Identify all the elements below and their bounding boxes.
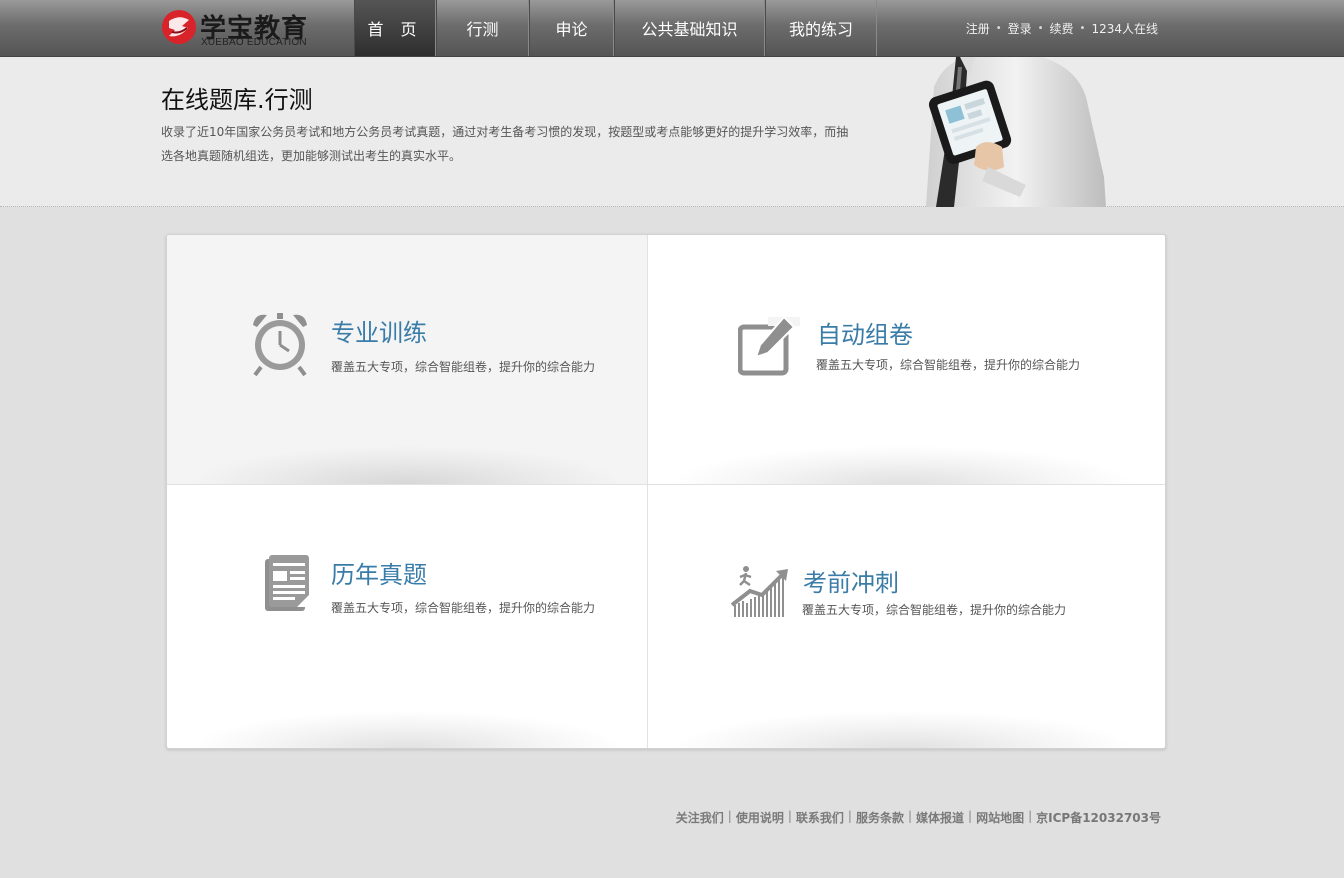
card-shadow <box>187 710 627 748</box>
nav-public-knowledge[interactable]: 公共基础知识 <box>614 0 765 56</box>
separator-dot: • <box>1079 23 1086 34</box>
card-description: 覆盖五大专项，综合智能组卷，提升你的综合能力 <box>331 601 596 615</box>
document-icon <box>265 555 309 611</box>
separator: | <box>968 809 973 823</box>
main-nav: 首 页 行测 申论 公共基础知识 我的练习 <box>354 0 877 56</box>
renew-link[interactable]: 续费 <box>1050 20 1074 37</box>
card-title: 考前冲刺 <box>803 569 899 597</box>
divider-vertical <box>647 235 648 748</box>
nav-my-practice[interactable]: 我的练习 <box>765 0 877 56</box>
alarm-clock-icon <box>253 313 307 377</box>
divider-horizontal <box>167 484 1165 485</box>
card-shadow <box>187 445 627 485</box>
separator: | <box>727 809 732 823</box>
businessman-with-tablet-image <box>926 57 1106 207</box>
separator: | <box>847 809 852 823</box>
card-title: 自动组卷 <box>817 321 913 349</box>
login-link[interactable]: 登录 <box>1008 20 1032 37</box>
separator: | <box>1028 809 1033 823</box>
sprint-chart-icon <box>730 566 788 617</box>
separator: | <box>787 809 792 823</box>
card-description: 覆盖五大专项，综合智能组卷，提升你的综合能力 <box>816 358 1081 372</box>
card-shadow <box>668 710 1138 748</box>
card-professional-training[interactable]: 专业训练 覆盖五大专项，综合智能组卷，提升你的综合能力 <box>167 235 647 485</box>
hero-banner: 在线题库.行测 收录了近10年国家公务员考试和地方公务员考试真题，通过对考生备考… <box>0 57 1344 207</box>
page-title: 在线题库.行测 <box>161 86 313 114</box>
register-link[interactable]: 注册 <box>966 20 990 37</box>
card-description: 覆盖五大专项，综合智能组卷，提升你的综合能力 <box>331 360 596 374</box>
card-auto-paper[interactable]: 自动组卷 覆盖五大专项，综合智能组卷，提升你的综合能力 <box>648 235 1165 485</box>
card-final-sprint[interactable]: 考前冲刺 覆盖五大专项，综合智能组卷，提升你的综合能力 <box>648 485 1165 748</box>
icp-number: 京ICP备12032703号 <box>1036 811 1161 825</box>
brand-name-en: XUEBAO EDUCATION <box>201 37 307 48</box>
card-shadow <box>668 445 1138 485</box>
footer-links: 关注我们 | 使用说明 | 联系我们 | 服务条款 | 媒体报道 | 网站地图 | 京ICP… <box>676 809 1161 826</box>
brand-logo[interactable]: 学宝教育 XUEBAO EDUCATION <box>160 8 310 48</box>
nav-home[interactable]: 首 页 <box>354 0 436 56</box>
logo-mark-icon <box>162 10 196 44</box>
card-past-exams[interactable]: 历年真题 覆盖五大专项，综合智能组卷，提升你的综合能力 <box>167 485 647 748</box>
card-title: 专业训练 <box>331 319 427 347</box>
nav-xingce[interactable]: 行测 <box>436 0 529 56</box>
footer-link-sitemap[interactable]: 网站地图 <box>976 809 1024 826</box>
footer-link-follow[interactable]: 关注我们 <box>676 809 724 826</box>
nav-shenlun[interactable]: 申论 <box>529 0 614 56</box>
card-title: 历年真题 <box>331 561 427 589</box>
footer-link-media[interactable]: 媒体报道 <box>916 809 964 826</box>
edit-icon <box>738 317 800 376</box>
footer-link-contact[interactable]: 联系我们 <box>796 809 844 826</box>
separator: | <box>907 809 912 823</box>
feature-panel: 专业训练 覆盖五大专项，综合智能组卷，提升你的综合能力 自动组卷 覆盖五大专项，… <box>166 234 1166 749</box>
footer-link-terms[interactable]: 服务条款 <box>856 809 904 826</box>
banner-description: 收录了近10年国家公务员考试和地方公务员考试真题，通过对考生备考习惯的发现，按题… <box>161 125 849 163</box>
top-navbar: 学宝教育 XUEBAO EDUCATION 首 页 行测 申论 公共基础知识 我… <box>0 0 1344 57</box>
user-links: 注册 • 登录 • 续费 • 1234人在线 <box>966 20 1158 37</box>
separator-dot: • <box>1037 23 1044 34</box>
online-count: 1234人在线 <box>1091 22 1158 36</box>
card-description: 覆盖五大专项，综合智能组卷，提升你的综合能力 <box>802 603 1067 617</box>
separator-dot: • <box>995 23 1002 34</box>
footer-link-guide[interactable]: 使用说明 <box>736 809 784 826</box>
